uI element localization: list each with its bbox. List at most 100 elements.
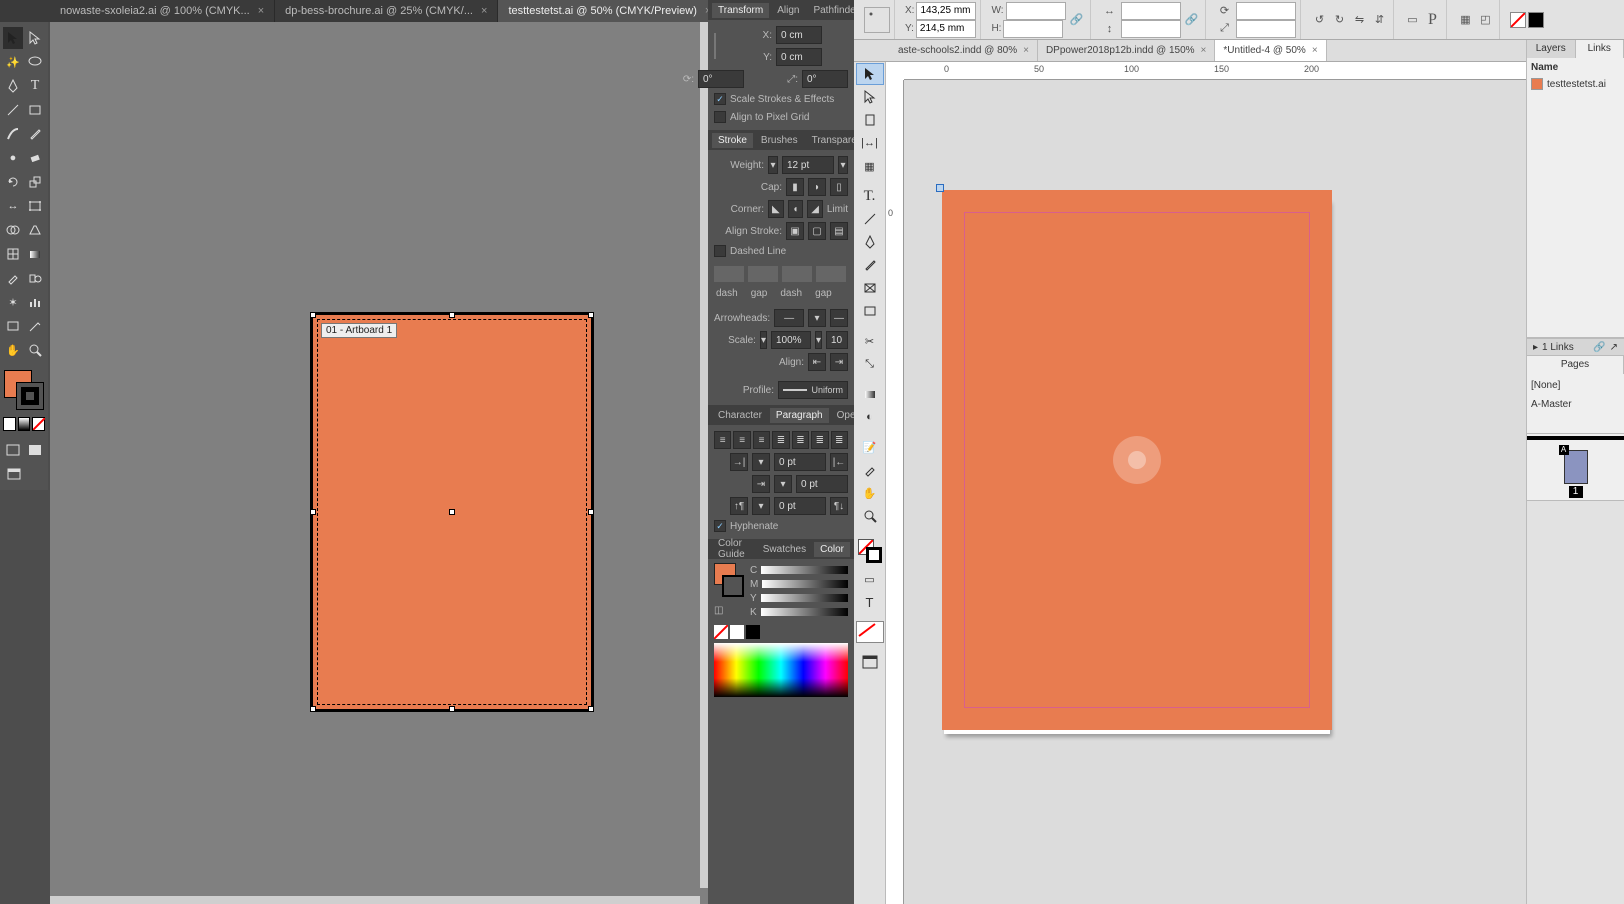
arrow-scale-b-field[interactable]: [826, 331, 848, 349]
selection-tool-icon[interactable]: [3, 27, 23, 49]
align-left-icon[interactable]: ≡: [714, 431, 731, 449]
flip-h-icon[interactable]: ⇋: [1351, 11, 1369, 29]
stepper-icon[interactable]: ▾: [760, 331, 767, 349]
align-right-icon[interactable]: ≡: [753, 431, 770, 449]
scale-tool-icon[interactable]: [25, 171, 45, 193]
gradient-feather-tool-icon[interactable]: ◐: [856, 406, 884, 428]
align-inside-icon[interactable]: ▢: [808, 222, 826, 240]
mesh-tool-icon[interactable]: [3, 243, 23, 265]
stepper-icon[interactable]: ▾: [752, 497, 770, 515]
a-master[interactable]: A-Master: [1531, 395, 1620, 414]
direct-selection-tool-icon[interactable]: [856, 86, 884, 108]
w-field[interactable]: [1006, 2, 1066, 20]
first-line-field[interactable]: [796, 475, 848, 493]
rectangle-tool-icon[interactable]: [856, 300, 884, 322]
tab-stroke[interactable]: Stroke: [712, 133, 753, 148]
dropdown-icon[interactable]: ▾: [808, 309, 826, 327]
stepper-icon[interactable]: ▾: [774, 475, 792, 493]
space-after-icon[interactable]: ¶↓: [830, 497, 848, 515]
ai-artboard[interactable]: 01 - Artboard 1: [310, 312, 594, 712]
h-field[interactable]: [1003, 20, 1063, 38]
reference-point-icon[interactable]: [864, 7, 890, 33]
tab-align[interactable]: Align: [771, 3, 805, 18]
shape-builder-tool-icon[interactable]: [3, 219, 23, 241]
line-tool-icon[interactable]: [3, 99, 23, 121]
goto-link-icon[interactable]: ↗: [1610, 342, 1618, 353]
indent-left-field[interactable]: [774, 453, 826, 471]
slice-tool-icon[interactable]: [25, 315, 45, 337]
pencil-tool-icon[interactable]: [856, 254, 884, 276]
justify-all-icon[interactable]: ≣: [831, 431, 848, 449]
zoom-tool-icon[interactable]: [856, 505, 884, 527]
m-slider[interactable]: [762, 580, 848, 588]
color-mode-gradient-icon[interactable]: [18, 417, 31, 431]
cube-icon[interactable]: ◫: [714, 605, 744, 616]
close-icon[interactable]: ×: [1312, 45, 1318, 56]
symbol-sprayer-tool-icon[interactable]: ✶: [3, 291, 23, 313]
relink-icon[interactable]: 🔗: [1593, 342, 1605, 353]
selection-handle-icon[interactable]: [310, 312, 316, 318]
transform-y-field[interactable]: [776, 48, 822, 66]
rotate-field[interactable]: [1236, 2, 1296, 20]
scale-y-field[interactable]: [1121, 20, 1181, 38]
ai-tab-2[interactable]: testtestetst.ai @ 50% (CMYK/Preview)×: [498, 0, 722, 22]
justify-right-icon[interactable]: ≣: [811, 431, 828, 449]
tab-brushes[interactable]: Brushes: [755, 133, 804, 148]
cap-round-icon[interactable]: ◗: [808, 178, 826, 196]
first-line-icon[interactable]: ⇥: [752, 475, 770, 493]
k-slider[interactable]: [761, 608, 848, 616]
eraser-tool-icon[interactable]: [25, 147, 45, 169]
selection-handle-icon[interactable]: [588, 509, 594, 515]
selection-mark-icon[interactable]: [936, 184, 944, 192]
close-icon[interactable]: ×: [1201, 45, 1207, 56]
id-tab-2[interactable]: *Untitled-4 @ 50%×: [1215, 40, 1326, 61]
gap-tool-icon[interactable]: |↔|: [856, 132, 884, 154]
corner-round-icon[interactable]: ◖: [788, 200, 804, 218]
stepper-icon[interactable]: ▾: [752, 453, 770, 471]
transform-rotate-field[interactable]: [698, 70, 744, 88]
tab-transform[interactable]: Transform: [712, 3, 769, 18]
selection-tool-icon[interactable]: [856, 63, 884, 85]
tab-color[interactable]: Color: [814, 542, 850, 557]
indent-right-icon[interactable]: |←: [830, 453, 848, 471]
gradient-tool-icon[interactable]: [25, 243, 45, 265]
ai-tab-0[interactable]: nowaste-sxoleia2.ai @ 100% (CMYK...×: [50, 0, 275, 22]
hand-tool-icon[interactable]: ✋: [3, 339, 23, 361]
cap-butt-icon[interactable]: ▮: [786, 178, 804, 196]
line-tool-icon[interactable]: [856, 208, 884, 230]
brush-tool-icon[interactable]: [3, 123, 23, 145]
hyphenate-checkbox[interactable]: ✓Hyphenate: [714, 517, 848, 535]
transform-x-field[interactable]: [776, 26, 822, 44]
close-icon[interactable]: ×: [258, 5, 264, 17]
placed-artwork[interactable]: [942, 190, 1332, 730]
align-outside-icon[interactable]: ▤: [830, 222, 848, 240]
profile-dropdown[interactable]: Uniform: [778, 381, 848, 399]
scale-strokes-checkbox[interactable]: ✓Scale Strokes & Effects: [714, 90, 848, 108]
tab-pages[interactable]: Pages: [1527, 356, 1624, 374]
page-thumbnail[interactable]: A: [1564, 450, 1588, 484]
formatting-text-icon[interactable]: T: [856, 591, 884, 613]
blob-brush-tool-icon[interactable]: ●: [3, 147, 23, 169]
formatting-container-icon[interactable]: ▭: [856, 568, 884, 590]
rotate-tool-icon[interactable]: [3, 171, 23, 193]
lasso-tool-icon[interactable]: [25, 51, 45, 73]
ai-canvas[interactable]: 01 - Artboard 1: [50, 22, 708, 904]
arrow-end-dropdown[interactable]: —: [830, 309, 848, 327]
scrollbar-vertical[interactable]: [700, 22, 708, 888]
arrow-align-b-icon[interactable]: ⇥: [830, 353, 848, 371]
stroke-weight-field[interactable]: [782, 156, 834, 174]
content-grabber-icon[interactable]: [1113, 436, 1161, 484]
y-slider[interactable]: [761, 594, 848, 602]
rotate-ccw-icon[interactable]: ↺: [1311, 11, 1329, 29]
selection-handle-icon[interactable]: [449, 312, 455, 318]
none-swatch-icon[interactable]: [714, 625, 728, 639]
indent-left-icon[interactable]: →|: [730, 453, 748, 471]
close-icon[interactable]: ×: [1023, 45, 1029, 56]
align-pixel-checkbox[interactable]: Align to Pixel Grid: [714, 108, 848, 126]
tab-links[interactable]: Links: [1576, 40, 1624, 58]
white-swatch-icon[interactable]: [730, 625, 744, 639]
fill-stroke-indicator[interactable]: [856, 539, 884, 567]
cap-square-icon[interactable]: ▯: [830, 178, 848, 196]
link-scale-icon[interactable]: 🔗: [1183, 11, 1201, 29]
c-slider[interactable]: [761, 566, 848, 574]
